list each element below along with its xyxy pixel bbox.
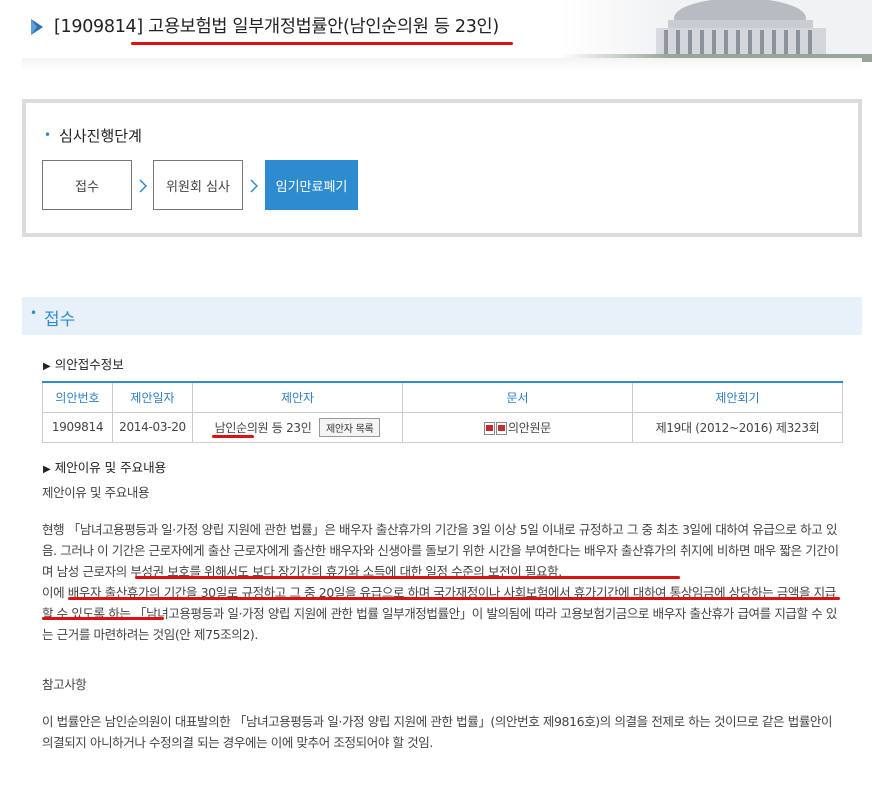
bullet-icon: •: [30, 306, 38, 320]
hwp-file-icon[interactable]: [484, 421, 496, 435]
bill-title: 고용보험법 일부개정법률안(남인순의원 등 23인): [148, 17, 499, 37]
chevron-right-icon: [139, 179, 147, 193]
info-subheading: ▶ 의안접수정보: [43, 357, 124, 372]
bill-info-table: 의안번호 제안일자 제안자 문서 제안회기 1909814 2014-03-20…: [42, 381, 843, 443]
section-header-received: • 접수: [22, 297, 862, 335]
cell-session: 제19대 (2012~2016) 제323회: [632, 411, 843, 443]
stage-step-committee: 위원회 심사: [153, 160, 243, 210]
note-label: 참고사항: [42, 677, 87, 692]
cell-bill-no: 1909814: [42, 411, 113, 443]
table-header-row: 의안번호 제안일자 제안자 문서 제안회기: [42, 381, 843, 413]
page-title: [1909814] 고용보험법 일부개정법률안(남인순의원 등 23인): [54, 13, 499, 38]
document-link[interactable]: 의안원문: [508, 421, 551, 435]
col-session: 제안회기: [632, 381, 843, 413]
annotation-underline: [42, 617, 164, 620]
reason-subheading: ▶ 제안이유 및 주요내용: [43, 460, 167, 475]
page-header: [1909814] 고용보험법 일부개정법률안(남인순의원 등 23인): [0, 0, 872, 75]
annotation-underline: [68, 597, 840, 600]
title-arrow-icon: [31, 19, 43, 35]
reason-paragraph-2: 이에 배우자 출산휴가의 기간을 30일로 규정하고 그 중 20일을 유급으로…: [42, 585, 837, 642]
stage-heading: • 심사진행단계: [44, 127, 142, 145]
table-row: 1909814 2014-03-20 남인순의원 등 23인 제안자 목록 의안…: [42, 411, 843, 443]
reason-label: 제안이유 및 주요내용: [42, 485, 150, 500]
national-assembly-building-image: [560, 0, 872, 62]
note-paragraph: 이 법률안은 남인순의원이 대표발의한 「남녀고용평등과 일·가정 양립 지원에…: [42, 714, 833, 750]
triangle-right-icon: ▶: [43, 464, 51, 475]
cell-date: 2014-03-20: [112, 411, 193, 443]
pdf-file-icon[interactable]: [496, 421, 508, 435]
stage-step-expired: 임기만료폐기: [265, 160, 358, 210]
proposer-name: 남인순의원 등 23인: [214, 420, 312, 435]
col-document: 문서: [402, 381, 633, 413]
stage-step-received: 접수: [42, 160, 132, 210]
annotation-underline: [131, 42, 513, 45]
review-stage-panel: • 심사진행단계 접수 위원회 심사 임기만료폐기: [22, 99, 862, 237]
bullet-icon: •: [44, 128, 52, 142]
triangle-right-icon: ▶: [43, 361, 51, 372]
col-bill-no: 의안번호: [42, 381, 113, 413]
col-proposer: 제안자: [192, 381, 403, 413]
col-date: 제안일자: [112, 381, 193, 413]
annotation-underline: [212, 435, 254, 438]
chevron-right-icon: [250, 179, 258, 193]
annotation-underline: [135, 576, 680, 579]
reason-paragraph-1: 현행 「남녀고용평등과 일·가정 양립 지원에 관한 법률」은 배우자 출산휴가…: [42, 522, 839, 579]
cell-document: 의안원문: [402, 411, 633, 443]
proposer-list-button[interactable]: 제안자 목록: [319, 417, 381, 437]
bill-number: [1909814]: [54, 17, 143, 37]
